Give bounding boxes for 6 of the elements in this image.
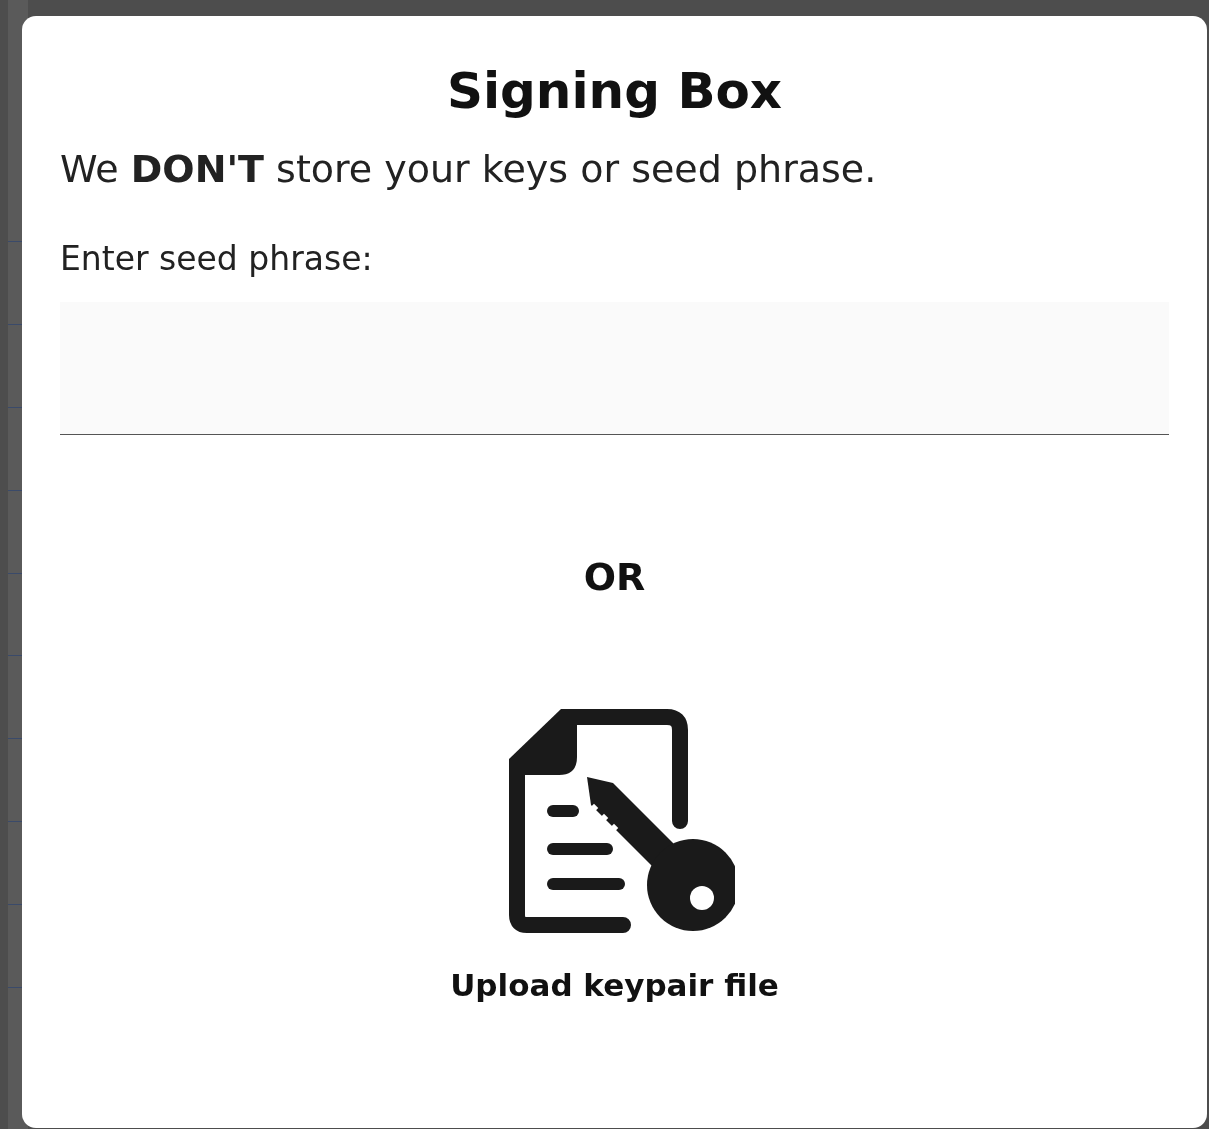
seed-phrase-label: Enter seed phrase:	[60, 238, 373, 278]
dialog-title: Signing Box	[445, 64, 784, 119]
seed-phrase-field[interactable]	[60, 301, 1169, 435]
or-separator: OR	[583, 554, 646, 599]
notice-text: We DON'T store your keys or seed phrase.	[60, 147, 878, 193]
upload-button[interactable]: Upload keypair file	[450, 698, 779, 1003]
